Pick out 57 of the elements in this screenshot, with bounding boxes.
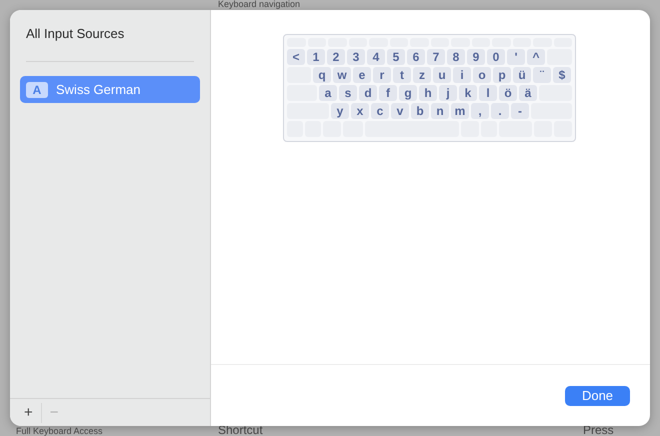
keyboard-key: 7 — [427, 49, 445, 65]
keyboard-key: m — [451, 103, 469, 119]
keyboard-key: 1 — [307, 49, 325, 65]
keyboard-key: ä — [519, 85, 537, 101]
keyboard-key: s — [339, 85, 357, 101]
keyboard-key: , — [471, 103, 489, 119]
keyboard-key: 4 — [367, 49, 385, 65]
keyboard-key: 9 — [467, 49, 485, 65]
keyboard-key: c — [371, 103, 389, 119]
keyboard-key: z — [413, 67, 431, 83]
keyboard-key: i — [453, 67, 471, 83]
keyboard-key: 2 — [327, 49, 345, 65]
keyboard-key: 5 — [387, 49, 405, 65]
keyboard-key: < — [287, 49, 305, 65]
keyboard-key: 3 — [347, 49, 365, 65]
source-label: Swiss German — [56, 82, 141, 97]
row-value: Press — [583, 424, 614, 436]
keyboard-key: ' — [507, 49, 525, 65]
add-button[interactable]: + — [16, 402, 42, 422]
keyboard-key: b — [411, 103, 429, 119]
input-source-item[interactable]: A Swiss German — [20, 76, 200, 103]
keyboard-key: - — [511, 103, 529, 119]
done-button[interactable]: Done — [565, 386, 630, 406]
keyboard-key: p — [493, 67, 511, 83]
keyboard-key: r — [373, 67, 391, 83]
sidebar-title: All Input Sources — [26, 26, 126, 41]
keyboard-key: g — [399, 85, 417, 101]
keyboard-key: j — [439, 85, 457, 101]
keyboard-key: x — [351, 103, 369, 119]
keyboard-key: a — [319, 85, 337, 101]
keyboard-key: ^ — [527, 49, 545, 65]
keyboard-key: q — [313, 67, 331, 83]
keyboard-key: y — [331, 103, 349, 119]
keyboard-key: e — [353, 67, 371, 83]
keyboard-key: 6 — [407, 49, 425, 65]
setting-label: Full Keyboard Access — [16, 427, 103, 436]
keyboard-key: . — [491, 103, 509, 119]
keyboard-key: ¨ — [533, 67, 551, 83]
keyboard-key: 8 — [447, 49, 465, 65]
keyboard-key: d — [359, 85, 377, 101]
row-label: Shortcut — [218, 424, 263, 436]
keyboard-key: u — [433, 67, 451, 83]
keyboard-key: ö — [499, 85, 517, 101]
keyboard-key: 0 — [487, 49, 505, 65]
keyboard-key: h — [419, 85, 437, 101]
source-badge: A — [26, 82, 48, 98]
keyboard-key: n — [431, 103, 449, 119]
keyboard-key: $ — [553, 67, 571, 83]
keyboard-key: w — [333, 67, 351, 83]
keyboard-key: ü — [513, 67, 531, 83]
keyboard-key: t — [393, 67, 411, 83]
keyboard-key: k — [459, 85, 477, 101]
keyboard-key: v — [391, 103, 409, 119]
keyboard-key: o — [473, 67, 491, 83]
keyboard-key: l — [479, 85, 497, 101]
section-heading: Keyboard navigation — [218, 0, 300, 9]
keyboard-key: f — [379, 85, 397, 101]
